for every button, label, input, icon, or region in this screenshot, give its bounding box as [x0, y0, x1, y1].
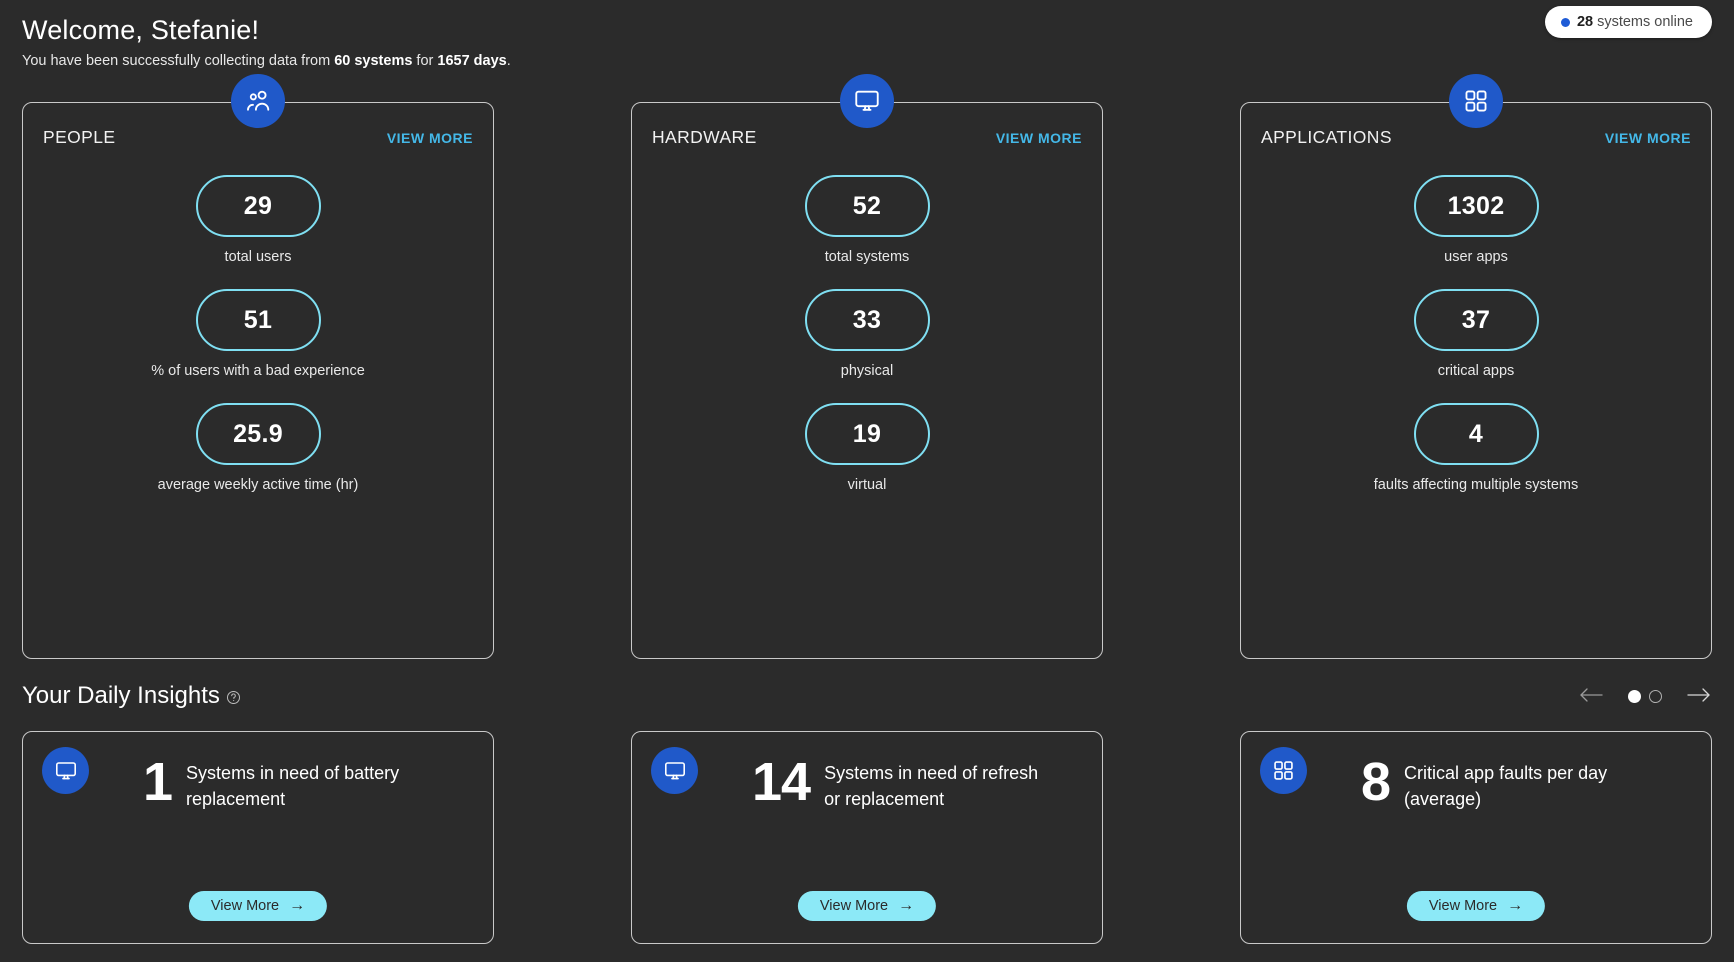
- view-more-link-people[interactable]: VIEW MORE: [387, 130, 473, 146]
- view-more-button-label: View More: [1428, 898, 1498, 914]
- insight-content: 1 Systems in need of battery replacement: [143, 754, 475, 812]
- arrow-right-icon: →: [289, 897, 306, 914]
- subtitle-systems: 60 systems: [334, 53, 413, 69]
- metric-label: user apps: [1444, 249, 1508, 265]
- view-more-button[interactable]: View More →: [1406, 891, 1546, 921]
- metric-value-pill: 29: [195, 175, 321, 237]
- metric-value-pill: 1302: [1413, 175, 1539, 237]
- insight-card-app-faults: 8 Critical app faults per day (average) …: [1240, 731, 1712, 944]
- card-header-hardware: HARDWARE VIEW MORE: [652, 127, 1082, 148]
- metric-label: total users: [224, 249, 292, 265]
- monitor-icon: [651, 747, 698, 794]
- metric-block: 37 critical apps: [1261, 289, 1691, 379]
- apps-grid-icon: [1449, 74, 1503, 128]
- view-more-button[interactable]: View More →: [797, 891, 937, 921]
- metric-block: 29 total users: [43, 175, 473, 265]
- arrow-right-icon: →: [1507, 897, 1524, 914]
- insight-number: 14: [752, 752, 811, 812]
- insight-cards-row: 1 Systems in need of battery replacement…: [22, 731, 1712, 944]
- carousel-next-arrow-icon[interactable]: [1686, 686, 1712, 706]
- view-more-button[interactable]: View More →: [188, 891, 328, 921]
- dashboard-page: Welcome, Stefanie! You have been success…: [0, 0, 1734, 962]
- metric-label: physical: [840, 363, 894, 379]
- metric-block: 4 faults affecting multiple systems: [1261, 403, 1691, 493]
- metric-value-pill: 33: [804, 289, 930, 351]
- view-more-button-label: View More: [210, 898, 280, 914]
- metric-block: 52 total systems: [652, 175, 1082, 265]
- metric-cards-row: PEOPLE VIEW MORE 29 total users 51 % of …: [22, 74, 1712, 659]
- metric-block: 19 virtual: [652, 403, 1082, 493]
- insights-header: Your Daily Insights: [22, 681, 1712, 721]
- metric-value-pill: 19: [804, 403, 930, 465]
- metric-label: total systems: [824, 249, 910, 265]
- subtitle-days: 1657 days: [437, 53, 507, 69]
- view-more-button-label: View More: [819, 898, 889, 914]
- apps-grid-icon: [1260, 747, 1307, 794]
- insight-text: Systems in need of refresh or replacemen…: [824, 763, 1039, 809]
- carousel-dot-1[interactable]: [1628, 689, 1641, 703]
- card-title-hardware: HARDWARE: [652, 127, 757, 147]
- insights-title-text: Your Daily Insights: [22, 682, 220, 709]
- arrow-right-icon: →: [898, 897, 915, 914]
- page-title: Welcome, Stefanie!: [22, 15, 260, 45]
- carousel-navigation: [1578, 686, 1712, 706]
- metric-label: critical apps: [1437, 363, 1515, 379]
- help-circle-icon[interactable]: [226, 683, 241, 704]
- insight-number: 8: [1361, 752, 1391, 812]
- view-more-link-hardware[interactable]: VIEW MORE: [996, 130, 1082, 146]
- insights-title: Your Daily Insights: [22, 681, 241, 711]
- card-header-applications: APPLICATIONS VIEW MORE: [1261, 127, 1691, 148]
- metric-block: 51 % of users with a bad experience: [43, 289, 473, 379]
- metric-value-pill: 4: [1413, 403, 1539, 465]
- card-header-people: PEOPLE VIEW MORE: [43, 127, 473, 148]
- insight-number: 1: [143, 752, 173, 812]
- status-dot-icon: [1560, 17, 1570, 27]
- metric-label: % of users with a bad experience: [151, 363, 365, 379]
- metric-value-pill: 52: [804, 175, 930, 237]
- metric-block: 33 physical: [652, 289, 1082, 379]
- card-title-applications: APPLICATIONS: [1261, 127, 1392, 147]
- page-header: Welcome, Stefanie! You have been success…: [22, 0, 1712, 71]
- metric-card-applications: APPLICATIONS VIEW MORE 1302 user apps 37…: [1240, 74, 1712, 659]
- monitor-icon: [840, 74, 894, 128]
- metric-value-pill: 51: [195, 289, 321, 351]
- metric-label: faults affecting multiple systems: [1373, 477, 1579, 493]
- insight-content: 14 Systems in need of refresh or replace…: [752, 754, 1084, 812]
- metric-label: average weekly active time (hr): [157, 477, 359, 493]
- metric-value-pill: 25.9: [195, 403, 321, 465]
- status-badge-count: 28: [1576, 14, 1594, 30]
- metrics-list-hardware: 52 total systems 33 physical 19 virtual: [652, 175, 1082, 493]
- metric-block: 25.9 average weekly active time (hr): [43, 403, 473, 493]
- metric-card-people: PEOPLE VIEW MORE 29 total users 51 % of …: [22, 74, 494, 659]
- insight-text: Critical app faults per day (average): [1404, 763, 1608, 809]
- metric-block: 1302 user apps: [1261, 175, 1691, 265]
- subtitle-prefix: You have been successfully collecting da…: [22, 53, 335, 69]
- metric-card-hardware: HARDWARE VIEW MORE 52 total systems 33 p…: [631, 74, 1103, 659]
- metrics-list-applications: 1302 user apps 37 critical apps 4 faults…: [1261, 175, 1691, 493]
- insight-content: 8 Critical app faults per day (average): [1361, 754, 1693, 812]
- metrics-list-people: 29 total users 51 % of users with a bad …: [43, 175, 473, 493]
- insight-card-refresh: 14 Systems in need of refresh or replace…: [631, 731, 1103, 944]
- subtitle-middle: for: [412, 53, 438, 69]
- metric-label: virtual: [847, 477, 887, 493]
- insight-card-battery: 1 Systems in need of battery replacement…: [22, 731, 494, 944]
- view-more-link-applications[interactable]: VIEW MORE: [1605, 130, 1691, 146]
- status-badge-label: systems online: [1597, 14, 1693, 30]
- status-badge[interactable]: 28 systems online: [1544, 6, 1712, 38]
- monitor-icon: [42, 747, 89, 794]
- page-subtitle: You have been successfully collecting da…: [22, 52, 1712, 71]
- metric-value-pill: 37: [1413, 289, 1539, 351]
- people-icon: [231, 74, 285, 128]
- insight-text: Systems in need of battery replacement: [186, 763, 400, 809]
- carousel-dots: [1628, 689, 1662, 703]
- carousel-dot-2[interactable]: [1649, 689, 1662, 703]
- carousel-prev-arrow-icon[interactable]: [1578, 686, 1604, 706]
- subtitle-suffix: .: [506, 53, 511, 69]
- card-title-people: PEOPLE: [43, 127, 116, 147]
